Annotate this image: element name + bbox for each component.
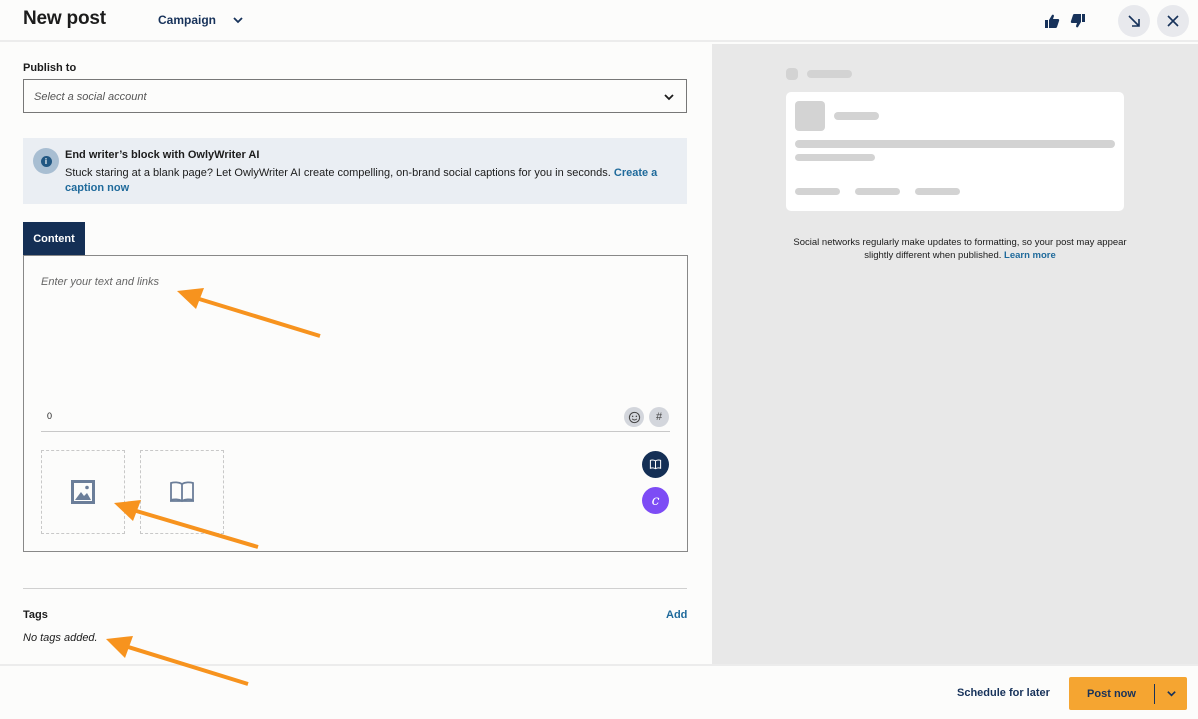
hashtag-button[interactable]: # bbox=[649, 407, 669, 427]
minimize-button[interactable] bbox=[1118, 5, 1150, 37]
social-account-placeholder: Select a social account bbox=[34, 91, 147, 103]
thumbs-up-icon[interactable] bbox=[1044, 13, 1060, 29]
campaign-label: Campaign bbox=[158, 13, 217, 27]
chevron-down-icon bbox=[233, 17, 243, 24]
tags-empty-text: No tags added. bbox=[23, 632, 98, 644]
skeleton-line bbox=[795, 140, 1115, 148]
emoji-icon bbox=[628, 411, 640, 423]
canva-button[interactable]: c bbox=[642, 487, 669, 514]
banner-text: Stuck staring at a blank page? Let OwlyW… bbox=[65, 167, 611, 179]
post-text-input[interactable]: Enter your text and links bbox=[41, 276, 661, 406]
info-icon: i bbox=[33, 148, 59, 174]
media-library-dropzone[interactable] bbox=[140, 450, 224, 534]
editor-divider bbox=[41, 431, 670, 432]
book-icon bbox=[649, 459, 662, 470]
canva-icon: c bbox=[651, 492, 660, 509]
skeleton-action bbox=[855, 188, 900, 195]
banner-title: End writer’s block with OwlyWriter AI bbox=[65, 149, 260, 161]
preview-card bbox=[786, 92, 1124, 211]
tags-label: Tags bbox=[23, 609, 48, 621]
preview-note: Social networks regularly make updates t… bbox=[790, 236, 1130, 262]
close-button[interactable] bbox=[1157, 5, 1189, 37]
chevron-down-icon bbox=[1166, 691, 1176, 697]
post-options-button[interactable] bbox=[1155, 677, 1187, 710]
chevron-down-icon bbox=[664, 94, 674, 101]
learn-more-link[interactable]: Learn more bbox=[1004, 250, 1056, 261]
skeleton-line bbox=[807, 70, 852, 78]
social-account-select[interactable]: Select a social account bbox=[23, 79, 687, 113]
post-now-group: Post now bbox=[1069, 677, 1187, 710]
content-editor: Enter your text and links 0 # c bbox=[23, 255, 688, 552]
skeleton-line bbox=[795, 154, 875, 161]
publish-to-label: Publish to bbox=[23, 62, 77, 74]
schedule-for-later-button[interactable]: Schedule for later bbox=[957, 687, 1050, 699]
emoji-button[interactable] bbox=[624, 407, 644, 427]
close-icon bbox=[1167, 15, 1179, 27]
skeleton-avatar bbox=[795, 101, 825, 131]
banner-body: Stuck staring at a blank page? Let OwlyW… bbox=[65, 166, 677, 196]
campaign-dropdown[interactable]: Campaign bbox=[158, 13, 244, 27]
character-count: 0 bbox=[47, 411, 53, 421]
post-now-button[interactable]: Post now bbox=[1069, 688, 1154, 700]
add-tag-button[interactable]: Add bbox=[666, 609, 687, 621]
section-divider bbox=[23, 588, 687, 589]
header: New post Campaign bbox=[0, 0, 1198, 42]
minimize-icon bbox=[1128, 15, 1140, 27]
content-library-button[interactable] bbox=[642, 451, 669, 478]
skeleton-avatar bbox=[786, 68, 798, 80]
skeleton-action bbox=[795, 188, 840, 195]
skeleton-action bbox=[915, 188, 960, 195]
page-title: New post bbox=[23, 8, 106, 29]
skeleton-line bbox=[834, 112, 879, 120]
book-icon bbox=[170, 481, 194, 503]
owlywriter-banner: i End writer’s block with OwlyWriter AI … bbox=[23, 138, 687, 204]
tab-content[interactable]: Content bbox=[23, 222, 85, 256]
image-icon bbox=[71, 480, 95, 504]
add-image-dropzone[interactable] bbox=[41, 450, 125, 534]
thumbs-down-icon[interactable] bbox=[1070, 13, 1086, 29]
footer: Schedule for later Post now bbox=[0, 664, 1198, 719]
preview-note-text: Social networks regularly make updates t… bbox=[793, 237, 1127, 261]
